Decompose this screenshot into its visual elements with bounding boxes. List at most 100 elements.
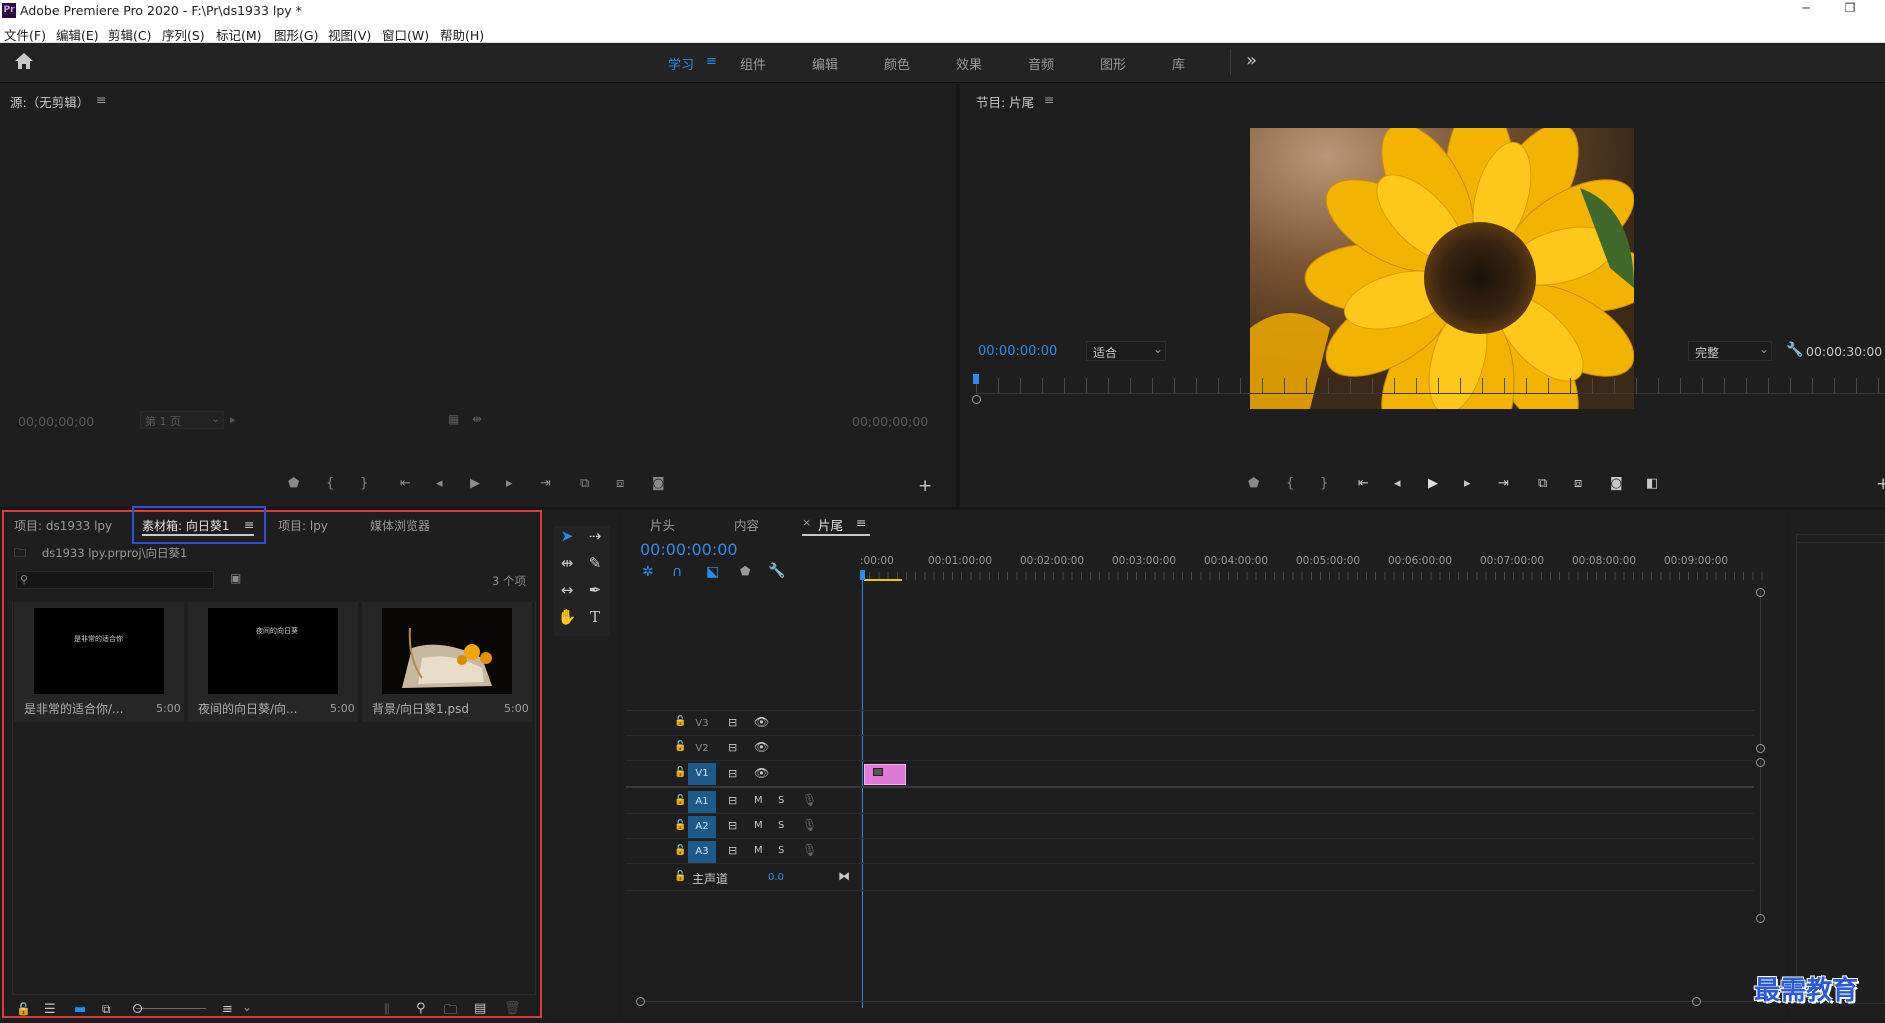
track-header-divider[interactable] [860,590,861,890]
workspace-tab-audio[interactable]: 音频 [1028,54,1054,73]
wrench-icon[interactable]: 🔧 [1786,342,1803,358]
menu-sequence[interactable]: 序列(S) [162,25,205,44]
source-marker-icon[interactable]: ⬟ [288,476,299,491]
track-label-a2[interactable]: A2 [688,816,716,838]
video-scroll-handle-bottom[interactable] [1756,744,1765,753]
program-goto-out-icon[interactable]: ⇥ [1498,476,1509,491]
program-step-forward-icon[interactable]: ▸ [1464,476,1471,491]
source-play-icon[interactable]: ▶ [470,476,480,491]
ripple-edit-tool-icon[interactable]: ⇹ [556,554,578,572]
timeline-hscroll-handle-left[interactable] [636,997,645,1006]
menu-clip[interactable]: 剪辑(C) [108,25,151,44]
find-icon[interactable]: ⚲ [416,1001,426,1016]
thumbnail-size-slider[interactable] [136,1008,206,1009]
timeline-clip-v1[interactable] [864,764,906,785]
source-fit-icon[interactable]: ▦ [448,412,459,426]
clear-icon[interactable]: 🗑 [504,1001,521,1016]
timeline-settings-icon[interactable]: 🔧 [768,563,785,579]
solo-button-a3[interactable]: S [778,845,784,856]
workspace-tab-learn[interactable]: 学习 [668,54,694,73]
freeform-view-icon[interactable]: ⧉ [102,1002,111,1017]
work-area-bar[interactable] [864,579,902,581]
track-select-tool-icon[interactable]: ⇢ [584,527,606,545]
track-label-v1[interactable]: V1 [688,763,716,785]
lock-icon[interactable]: 🔓 [674,820,686,831]
home-icon[interactable] [14,52,34,74]
program-marker-icon[interactable]: ⬟ [1248,476,1259,491]
lock-icon[interactable]: 🔓 [674,716,686,727]
eye-icon[interactable]: 👁 [754,740,769,754]
menu-edit[interactable]: 编辑(E) [56,25,99,44]
mute-button-a3[interactable]: M [754,845,763,856]
tab-project-ds1933[interactable]: 项目: ds1933 lpy [14,517,112,534]
program-goto-in-icon[interactable]: ⇤ [1358,476,1369,491]
hand-tool-icon[interactable]: ✋ [556,608,578,626]
timeline-tab-opening[interactable]: 片头 [650,515,675,534]
microphone-icon[interactable]: 🎙 [802,843,817,857]
minimize-button[interactable]: ─ [1786,1,1826,21]
program-export-frame-icon[interactable]: ◙ [1610,476,1623,491]
bin-tab-menu-icon[interactable]: ≡ [244,517,254,532]
automate-to-sequence-icon[interactable]: ⫼ [384,1002,390,1017]
source-add-button-icon[interactable]: + [918,476,932,496]
program-fit-select[interactable]: 适合 ⌄ [1086,341,1166,361]
program-quality-select[interactable]: 完整 ⌄ [1688,341,1772,361]
lock-icon[interactable]: 🔓 [674,767,686,778]
source-export-frame-icon[interactable]: ◙ [652,476,665,491]
program-add-button-icon[interactable]: + [1876,474,1885,494]
tab-media-browser[interactable]: 媒体浏览器 [370,517,430,534]
source-page-next-icon[interactable]: ▸ [230,413,236,426]
timeline-horizontal-scrollbar[interactable] [640,1001,1760,1002]
bin-item-1[interactable]: 是非常的适合你 是非常的适合你/... 5:00 [14,602,184,722]
icon-view-icon[interactable]: ▬ [74,1002,86,1017]
new-search-bin-icon[interactable]: ▣ [230,571,241,585]
sync-lock-icon[interactable]: ⊟ [728,794,737,807]
workspace-menu-icon[interactable]: ≡ [706,54,717,69]
new-bin-icon[interactable]: 🗀 [444,1001,457,1023]
source-settings-icon[interactable]: ⇼ [472,412,482,426]
razor-tool-icon[interactable]: ✎ [584,554,606,572]
source-panel-menu-icon[interactable]: ≡ [96,92,106,107]
program-playhead[interactable] [973,374,979,384]
restore-button[interactable]: ❐ [1830,1,1870,21]
source-mark-out-icon[interactable]: } [360,476,368,491]
workspace-tab-color[interactable]: 颜色 [884,54,910,73]
eye-icon[interactable]: 👁 [754,715,769,729]
source-timecode-left[interactable]: 00;00;00;00 [18,414,94,429]
workspace-tab-assembly[interactable]: 组件 [740,54,766,73]
menu-marker[interactable]: 标记(M) [216,25,262,44]
track-label-v2[interactable]: V2 [688,738,716,760]
lock-icon[interactable]: 🔓 [674,795,686,806]
menu-file[interactable]: 文件(F) [4,25,46,44]
master-volume-value[interactable]: 0.0 [768,872,784,883]
selection-tool-icon[interactable]: ➤ [556,527,578,545]
track-label-v3[interactable]: V3 [688,713,716,735]
source-insert-icon[interactable]: ⧉ [580,476,589,491]
chevron-down-icon[interactable]: ⌄ [242,1000,252,1014]
sync-lock-icon[interactable]: ⊟ [728,767,737,780]
tab-project-lpy[interactable]: 项目: lpy [278,517,328,534]
workspace-tab-graphics[interactable]: 图形 [1100,54,1126,73]
eye-icon[interactable]: 👁 [754,766,769,780]
menu-help[interactable]: 帮助(H) [440,25,484,44]
snap-icon[interactable]: ✲ [642,564,654,580]
source-step-back-icon[interactable]: ◂ [436,476,443,491]
program-comparison-icon[interactable]: ◧ [1646,476,1658,491]
program-zoom-handle[interactable] [972,395,981,404]
linked-selection-icon[interactable]: ∩ [672,564,682,580]
program-timecode[interactable]: 00:00:00:00 [978,344,1057,359]
sort-icon[interactable]: ≡ [222,1002,233,1017]
microphone-icon[interactable]: 🎙 [802,793,817,807]
add-marker-icon[interactable]: ⬟ [740,564,750,578]
workspace-tab-editing[interactable]: 编辑 [812,54,838,73]
program-step-back-icon[interactable]: ◂ [1394,476,1401,491]
video-scroll-handle-top[interactable] [1756,588,1765,597]
nest-icon[interactable]: ⬕ [706,564,719,580]
slip-tool-icon[interactable]: ↔ [556,581,578,599]
timeline-tab-content[interactable]: 内容 [734,515,759,534]
audio-scroll-handle-bottom[interactable] [1756,914,1765,923]
lock-icon[interactable]: 🔓 [16,1002,31,1016]
bin-item-3[interactable]: 背景/向日葵1.psd 5:00 [362,602,532,722]
program-mark-out-icon[interactable]: } [1320,476,1328,491]
sync-lock-icon[interactable]: ⊟ [728,819,737,832]
